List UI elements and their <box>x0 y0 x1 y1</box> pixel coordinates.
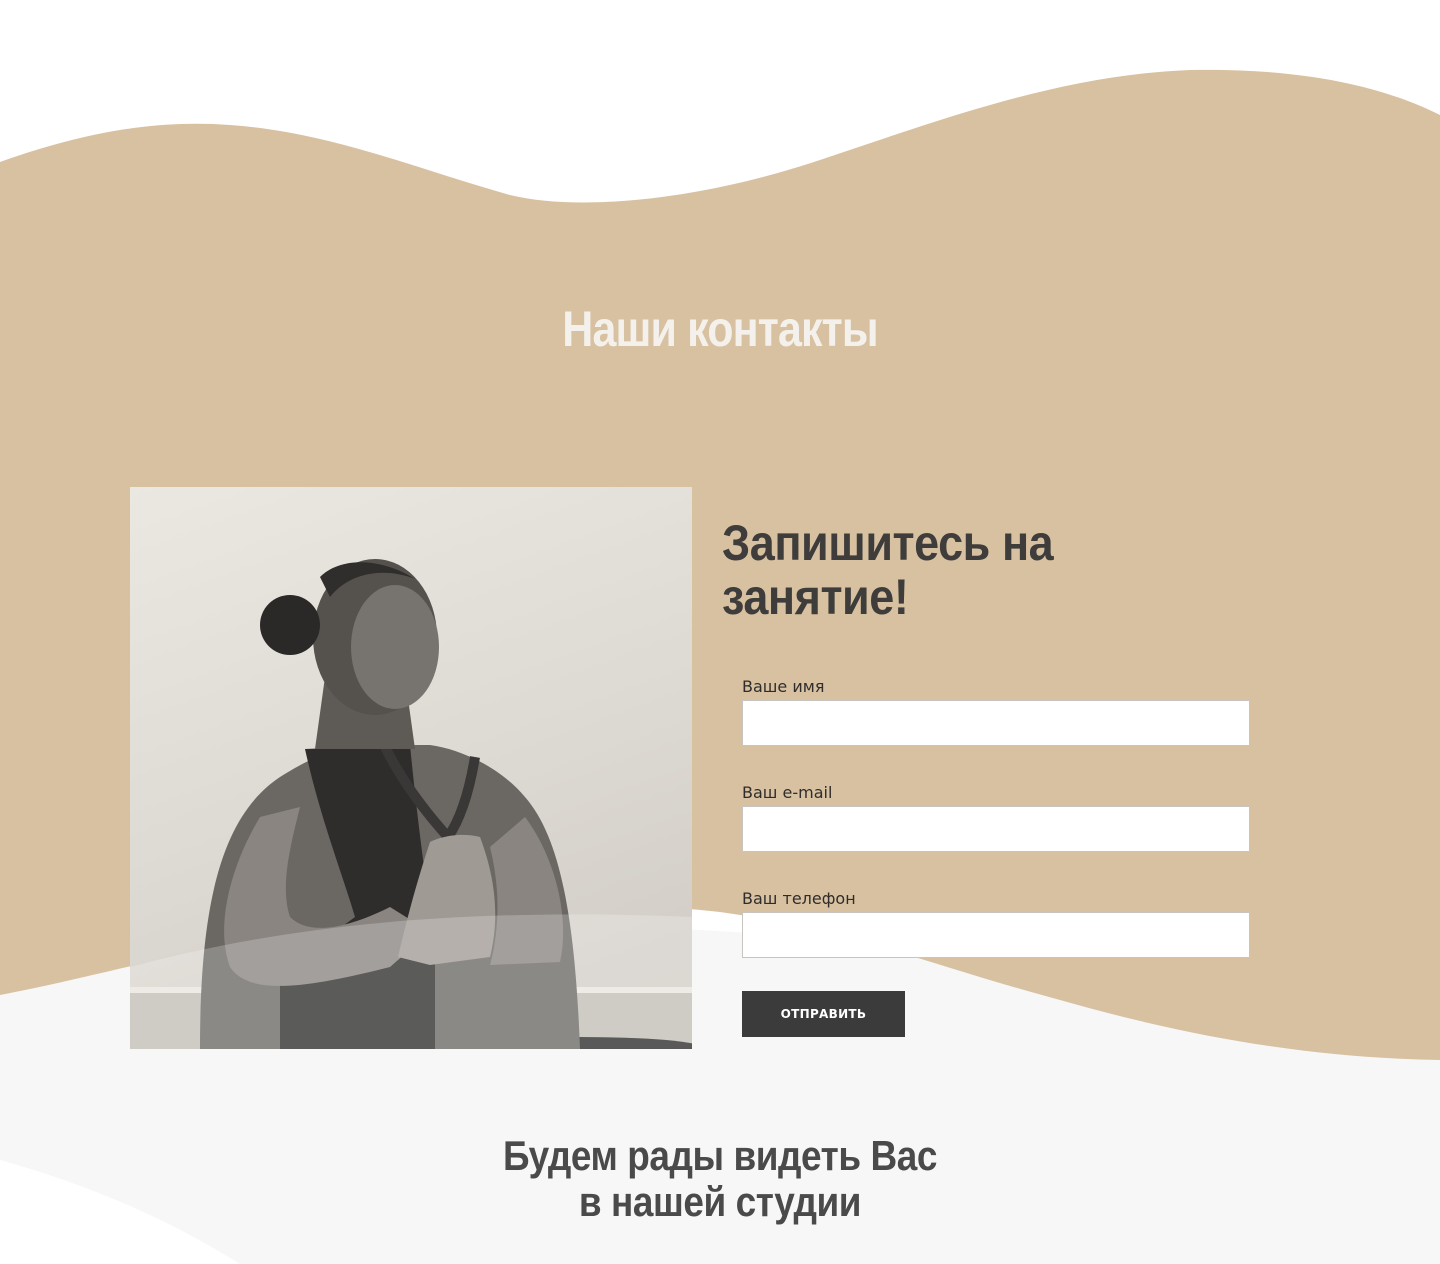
signup-title: Запишитесь на занятие! <box>722 515 1054 625</box>
studio-invite-line1: Будем рады видеть Вас <box>503 1132 937 1179</box>
name-field[interactable] <box>742 700 1250 746</box>
email-label: Ваш e-mail <box>742 783 833 802</box>
email-field[interactable] <box>742 806 1250 852</box>
submit-button[interactable]: ОТПРАВИТЬ <box>742 991 905 1037</box>
studio-invite-line2: в нашей студии <box>578 1178 862 1225</box>
studio-invite-heading: Будем рады видеть Вас в нашей студии <box>0 1133 1440 1225</box>
yoga-photo <box>130 487 692 1049</box>
phone-label: Ваш телефон <box>742 889 856 908</box>
phone-field[interactable] <box>742 912 1250 958</box>
contacts-title: Наши контакты <box>562 301 878 357</box>
name-label: Ваше имя <box>742 677 825 696</box>
woman-meditating-illustration <box>130 559 692 1049</box>
